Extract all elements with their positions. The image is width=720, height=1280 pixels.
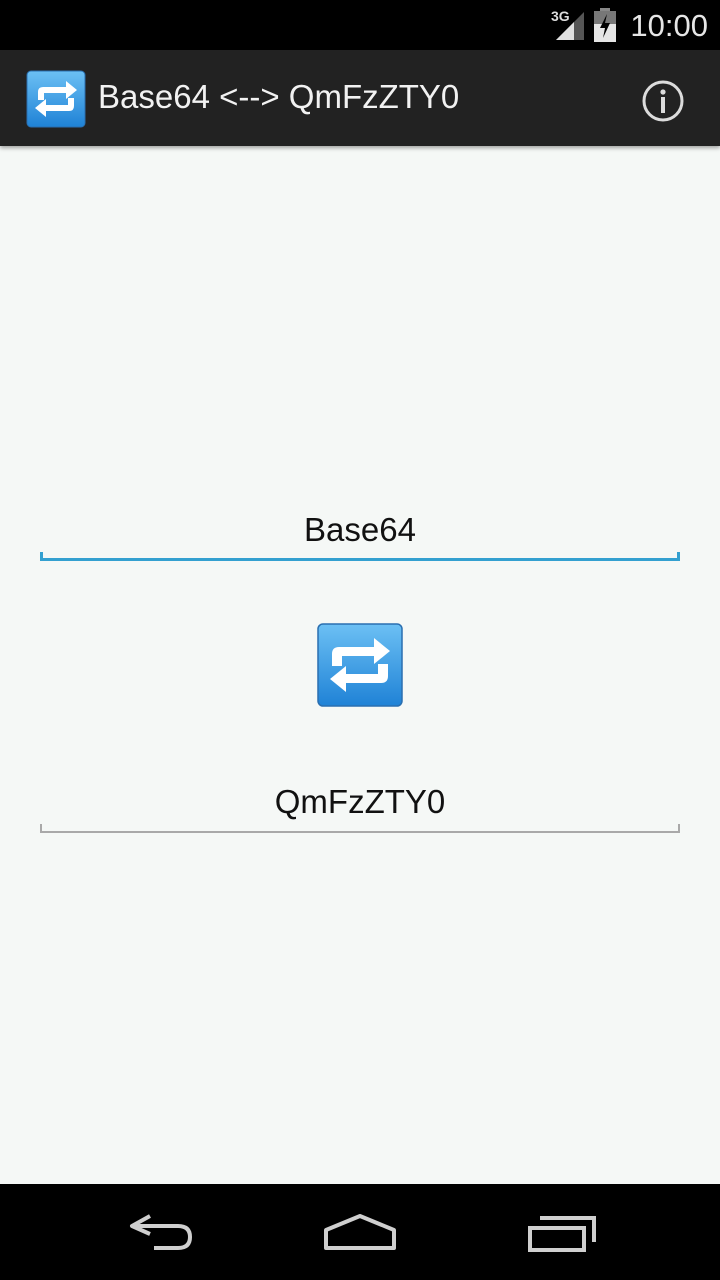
convert-button[interactable] (316, 622, 404, 708)
signal-icon (556, 12, 584, 40)
info-icon[interactable] (640, 78, 686, 124)
action-bar: Base64 <--> QmFzZTY0 (0, 50, 720, 146)
repeat-arrows-icon[interactable] (26, 70, 86, 128)
focused-underline (40, 552, 680, 561)
status-bar: 3G 10:00 (0, 0, 720, 50)
app-title: Base64 <--> QmFzZTY0 (98, 78, 460, 115)
plain-text-field (40, 508, 680, 564)
plain-text-input[interactable] (40, 508, 680, 552)
base64-field (40, 780, 680, 836)
back-icon[interactable] (124, 1212, 196, 1252)
home-icon[interactable] (322, 1212, 398, 1252)
base64-input[interactable] (40, 780, 680, 824)
navigation-bar (0, 1184, 720, 1280)
clock: 10:00 (630, 8, 708, 43)
battery-icon (594, 8, 616, 42)
field-underline (40, 824, 680, 833)
recents-icon[interactable] (526, 1212, 598, 1254)
